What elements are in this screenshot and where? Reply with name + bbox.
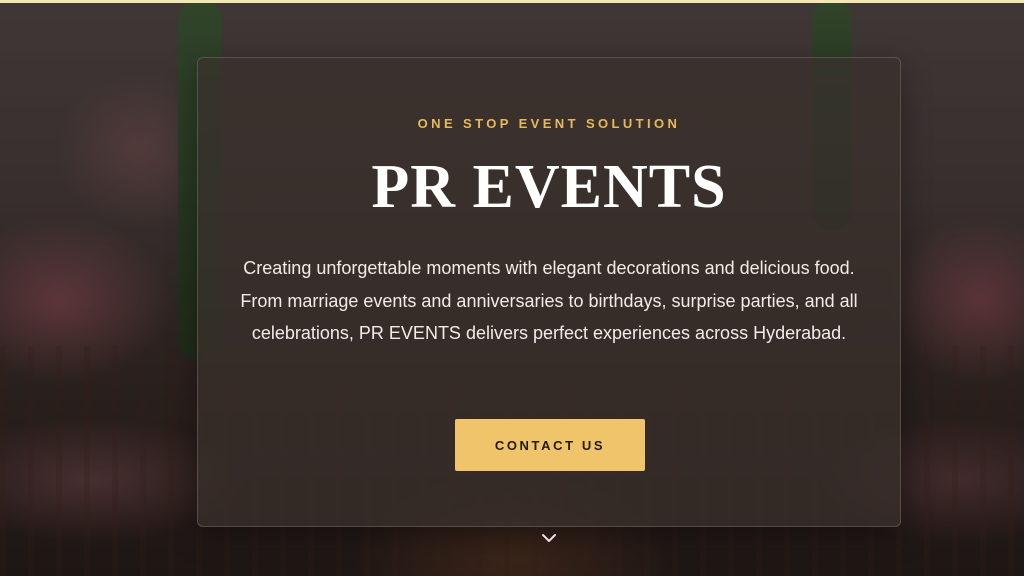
hero-tagline: ONE STOP EVENT SOLUTION	[417, 116, 681, 131]
hero-card: ONE STOP EVENT SOLUTION PR EVENTS Creati…	[197, 57, 901, 527]
scroll-down-button[interactable]	[537, 530, 561, 546]
hero-description: Creating unforgettable moments with eleg…	[240, 258, 858, 343]
hero-section: ONE STOP EVENT SOLUTION PR EVENTS Creati…	[0, 0, 1024, 576]
chevron-down-icon	[542, 534, 556, 542]
hero-title: PR EVENTS	[371, 153, 727, 221]
contact-us-button[interactable]: CONTACT US	[455, 419, 645, 471]
top-accent-line	[0, 0, 1024, 3]
